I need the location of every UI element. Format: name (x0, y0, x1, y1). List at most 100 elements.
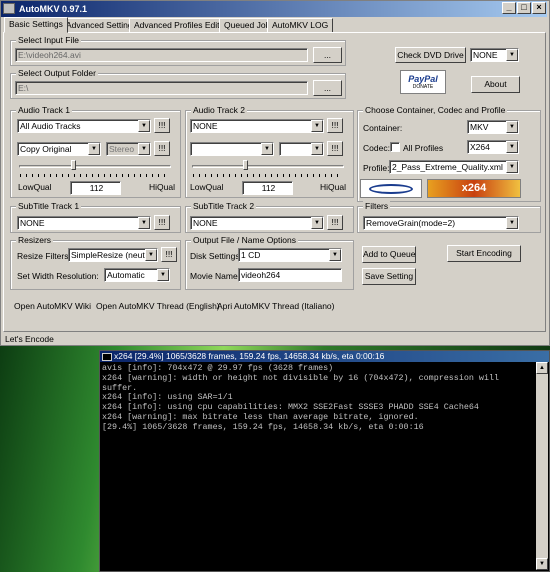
all-profiles-label: All Profiles (403, 143, 444, 153)
close-button[interactable]: × (532, 2, 546, 14)
audio-2-extra-button[interactable]: !!! (327, 141, 343, 156)
audio-2-settings-button[interactable]: !!! (327, 118, 343, 133)
subtitle-1-select[interactable]: NONE ▼ (17, 216, 151, 230)
audio-1-slider-ticks (20, 174, 170, 177)
browse-input-button[interactable]: ... (313, 47, 342, 63)
chevron-down-icon: ▼ (506, 161, 518, 173)
chevron-down-icon: ▼ (138, 120, 150, 132)
audio-2-channels-select[interactable]: ▼ (279, 142, 324, 156)
console-output: avis [info]: 704x472 @ 29.97 fps (3628 f… (102, 364, 500, 432)
tab-automkv-log[interactable]: AutoMKV LOG (267, 18, 334, 33)
subtitle-1-value: NONE (20, 218, 45, 228)
audio-1-settings-button[interactable]: !!! (154, 118, 170, 133)
audio-1-high-label: HiQual (149, 182, 175, 192)
subtitle-1-settings-button[interactable]: !!! (154, 215, 170, 230)
audio-1-track-value: All Audio Tracks (20, 121, 81, 131)
audio-1-track-select[interactable]: All Audio Tracks ▼ (17, 119, 151, 133)
profile-select[interactable]: 2_Pass_Extreme_Quality.xml ▼ (389, 160, 519, 174)
chevron-down-icon: ▼ (311, 143, 323, 155)
profile-value: 2_Pass_Extreme_Quality.xml (392, 162, 503, 172)
output-folder-field[interactable]: E:\ (15, 81, 308, 95)
output-folder-title: Select Output Folder (16, 68, 98, 78)
chevron-down-icon: ▼ (506, 121, 518, 133)
scroll-down-icon[interactable]: ▼ (536, 558, 548, 570)
chevron-down-icon: ▼ (138, 143, 150, 155)
audio-2-bitrate-field[interactable]: 112 (242, 181, 293, 195)
browse-output-button[interactable]: ... (313, 80, 342, 96)
all-profiles-checkbox[interactable] (390, 142, 400, 152)
chevron-down-icon: ▼ (506, 217, 518, 229)
chevron-down-icon: ▼ (311, 120, 323, 132)
output-file-title: Output File / Name Options (191, 235, 298, 245)
about-button[interactable]: About (471, 76, 520, 93)
window-titlebar[interactable]: AutoMKV 0.97.1 (1, 1, 547, 17)
add-to-queue-button[interactable]: Add to Queue (362, 246, 416, 263)
audio-track-2-title: Audio Track 2 (191, 105, 247, 115)
wiki-link[interactable]: Open AutoMKV Wiki (14, 301, 91, 311)
audio-2-track-value: NONE (193, 121, 218, 131)
container-label: Container: (363, 123, 403, 133)
status-text: Let's Encode (5, 334, 54, 344)
width-resolution-value: Automatic (107, 270, 145, 280)
maximize-button[interactable]: □ (517, 2, 531, 14)
filters-select[interactable]: RemoveGrain(mode=2) ▼ (363, 216, 519, 230)
width-resolution-select[interactable]: Automatic ▼ (104, 268, 170, 282)
console-titlebar[interactable]: x264 [29.4%] 1065/3628 frames, 159.24 fp… (100, 351, 549, 362)
subtitle-2-settings-button[interactable]: !!! (327, 215, 343, 230)
filters-title: Filters (363, 201, 391, 211)
audio-1-quality-slider[interactable] (19, 165, 171, 168)
thread-english-link[interactable]: Open AutoMKV Thread (English) (96, 301, 220, 311)
audio-1-channels-select[interactable]: Stereo ▼ (106, 142, 151, 156)
audio-1-slider-thumb[interactable] (71, 160, 76, 170)
resizers-title: Resizers (16, 235, 54, 245)
input-file-field[interactable]: E:\videoh264.avi (15, 48, 308, 62)
audio-track-1-title: Audio Track 1 (16, 105, 72, 115)
console-title: x264 [29.4%] 1065/3628 frames, 159.24 fp… (114, 351, 385, 361)
chevron-down-icon: ▼ (261, 143, 273, 155)
audio-2-quality-slider[interactable] (192, 165, 344, 168)
disk-settings-select[interactable]: 1 CD ▼ (238, 248, 342, 262)
chevron-down-icon: ▼ (138, 217, 150, 229)
subtitle-track-1-title: SubTitle Track 1 (16, 201, 82, 211)
chevron-down-icon: ▼ (88, 143, 100, 155)
minimize-button[interactable]: _ (502, 2, 516, 14)
container-codec-title: Choose Container, Codec and Profile (363, 105, 508, 115)
audio-1-mode-select[interactable]: Copy Original ▼ (17, 142, 101, 156)
console-icon (102, 353, 112, 361)
start-encoding-button[interactable]: Start Encoding (447, 245, 521, 262)
subtitle-2-select[interactable]: NONE ▼ (190, 216, 324, 230)
codec-value: X264 (470, 142, 490, 152)
resize-filters-label: Resize Filters: (17, 251, 71, 261)
chevron-down-icon: ▼ (145, 249, 157, 261)
audio-1-mode-value: Copy Original (20, 144, 72, 154)
status-bar: Let's Encode (1, 333, 547, 345)
window-title: AutoMKV 0.97.1 (19, 4, 88, 14)
paypal-donate-button[interactable]: PayPal DONATE (400, 70, 446, 94)
width-resolution-label: Set Width Resolution: (17, 271, 99, 281)
codec-select[interactable]: X264 ▼ (467, 140, 519, 154)
subtitle-track-2-title: SubTitle Track 2 (191, 201, 257, 211)
audio-2-slider-ticks (193, 174, 343, 177)
disk-settings-value: 1 CD (241, 250, 261, 260)
audio-2-track-select[interactable]: NONE ▼ (190, 119, 324, 133)
audio-1-extra-button[interactable]: !!! (154, 141, 170, 156)
audio-1-low-label: LowQual (18, 182, 52, 192)
dvd-drive-select[interactable]: NONE ▼ (470, 48, 519, 62)
resize-filters-select[interactable]: SimpleResize (neutral soft)▼ (68, 248, 158, 262)
audio-2-mode-select[interactable]: ▼ (190, 142, 274, 156)
scroll-up-icon[interactable]: ▲ (536, 362, 548, 374)
chevron-down-icon: ▼ (157, 269, 169, 281)
movie-name-field[interactable]: videoh264 (238, 268, 342, 282)
console-scrollbar[interactable]: ▲ ▼ (536, 362, 548, 570)
save-setting-button[interactable]: Save Setting (362, 268, 416, 285)
resize-settings-button[interactable]: !!! (161, 247, 177, 262)
tab-basic-settings[interactable]: Basic Settings (4, 17, 68, 33)
container-select[interactable]: MKV ▼ (467, 120, 519, 134)
subtitle-2-value: NONE (193, 218, 218, 228)
check-dvd-button[interactable]: Check DVD Drive (395, 47, 466, 63)
audio-2-slider-thumb[interactable] (243, 160, 248, 170)
dvd-drive-value: NONE (473, 50, 498, 60)
thread-italiano-link[interactable]: Apri AutoMKV Thread (Italiano) (217, 301, 335, 311)
audio-1-bitrate-field[interactable]: 112 (70, 181, 121, 195)
x264-logo-text: x264 (461, 182, 487, 194)
